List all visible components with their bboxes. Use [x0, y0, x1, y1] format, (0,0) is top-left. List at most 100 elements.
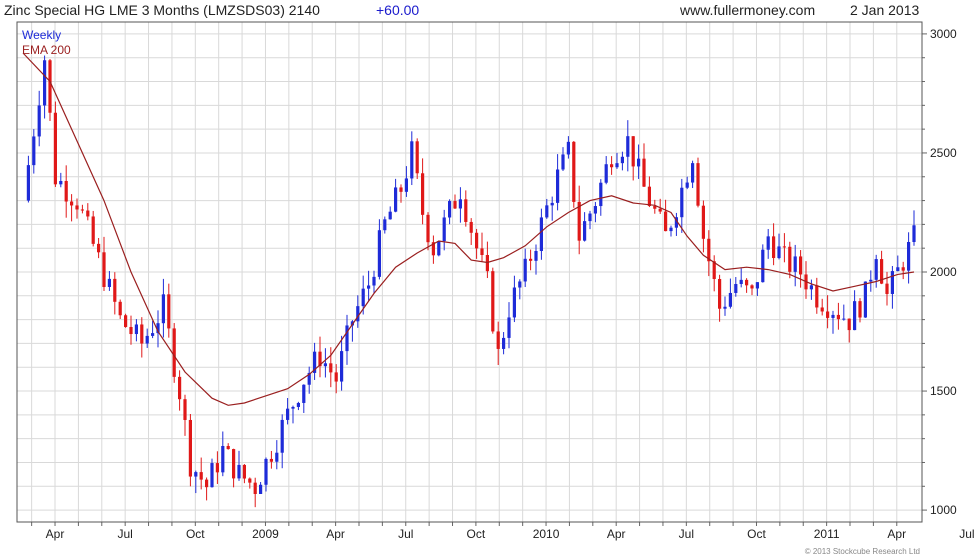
- candle-body: [631, 136, 635, 167]
- candle-body: [280, 419, 284, 453]
- candle-body: [696, 163, 700, 206]
- candle-body: [761, 249, 765, 283]
- candle-body: [329, 363, 333, 373]
- candle-body: [469, 221, 473, 233]
- candle-body: [664, 211, 668, 232]
- candle-body: [799, 256, 803, 275]
- candle-body: [809, 285, 813, 290]
- candle-body: [858, 301, 862, 318]
- candle-body: [140, 324, 144, 344]
- candle-body: [637, 158, 641, 167]
- candle-body: [701, 205, 705, 239]
- x-tick-label: 2010: [533, 527, 560, 541]
- candle-body: [869, 279, 873, 282]
- candle-body: [458, 199, 462, 209]
- candle-body: [836, 314, 840, 320]
- candle-body: [556, 169, 560, 203]
- candle-body: [113, 278, 117, 302]
- candle-body: [529, 258, 533, 261]
- candle-body: [723, 306, 727, 309]
- x-tick-label: Apr: [46, 527, 65, 541]
- candle-body: [658, 208, 662, 212]
- candle-body: [815, 285, 819, 308]
- candle-body: [464, 199, 468, 222]
- candle-body: [847, 318, 851, 331]
- candle-body: [669, 227, 673, 232]
- candle-body: [118, 301, 122, 316]
- candle-body: [64, 180, 68, 202]
- y-tick-label: 2500: [930, 146, 957, 160]
- candle-body: [296, 402, 300, 407]
- candle-body: [372, 276, 376, 286]
- candle-body: [129, 326, 133, 335]
- candle-body: [70, 201, 74, 206]
- candle-body: [286, 408, 290, 420]
- candle-body: [259, 484, 263, 494]
- candle-body: [237, 464, 241, 479]
- y-tick-label: 3000: [930, 27, 957, 41]
- candle-body: [242, 464, 246, 479]
- candle-body: [323, 363, 327, 367]
- x-tick-label: Apr: [326, 527, 345, 541]
- candle-body: [167, 294, 171, 329]
- candle-body: [124, 315, 128, 327]
- candle-body: [453, 201, 457, 209]
- candle-body: [593, 206, 597, 214]
- candle-body: [377, 230, 381, 277]
- candle-body: [512, 287, 516, 318]
- candle-body: [523, 258, 527, 282]
- candle-body: [275, 452, 279, 462]
- candle-body: [37, 105, 41, 137]
- candle-body: [766, 236, 770, 250]
- candle-body: [793, 256, 797, 272]
- candle-body: [75, 205, 79, 210]
- candle-body: [507, 317, 511, 338]
- candle-body: [842, 318, 846, 320]
- candle-body: [588, 213, 592, 222]
- candle-body: [91, 216, 95, 244]
- candle-body: [97, 243, 101, 253]
- candle-body: [215, 463, 219, 473]
- candle-body: [496, 331, 500, 349]
- candle-body: [172, 328, 176, 377]
- candle-body: [615, 163, 619, 168]
- candle-body: [550, 202, 554, 206]
- candle-body: [901, 267, 905, 271]
- candle-body: [539, 217, 543, 252]
- candle-body: [874, 259, 878, 280]
- x-tick-label: Jul: [679, 527, 694, 541]
- x-tick-label: Apr: [607, 527, 626, 541]
- x-tick-label: Apr: [887, 527, 906, 541]
- candle-body: [739, 279, 743, 285]
- candle-body: [345, 325, 349, 352]
- candle-body: [410, 141, 414, 179]
- copyright-text: © 2013 Stockcube Research Ltd: [804, 547, 920, 556]
- candle-body: [291, 406, 295, 409]
- candle-body: [772, 236, 776, 259]
- candle-body: [448, 201, 452, 218]
- candle-body: [788, 246, 792, 272]
- candle-body: [26, 165, 30, 201]
- candle-body: [102, 252, 106, 287]
- candle-body: [48, 60, 52, 113]
- candle-body: [610, 164, 614, 168]
- candle-body: [221, 445, 225, 473]
- candle-body: [442, 217, 446, 242]
- candle-body: [604, 164, 608, 183]
- candle-body: [475, 232, 479, 249]
- candle-body: [647, 186, 651, 207]
- candle-body: [145, 335, 149, 344]
- candle-body: [750, 285, 754, 289]
- candle-body: [718, 278, 722, 309]
- chart-area: 1000 1500 2000 2500 3000 Apr Jul Oct 2009 Apr Jul O…: [16, 21, 975, 541]
- candle-body: [253, 482, 257, 494]
- candle-body: [561, 154, 565, 170]
- x-tick-label: Jul: [117, 527, 132, 541]
- candle-body: [394, 187, 398, 212]
- candle-body: [853, 301, 857, 331]
- candle-body: [502, 337, 506, 349]
- y-tick-label: 1500: [930, 384, 957, 398]
- candle-body: [80, 209, 84, 211]
- candle-body: [907, 241, 911, 271]
- candle-body: [134, 324, 138, 335]
